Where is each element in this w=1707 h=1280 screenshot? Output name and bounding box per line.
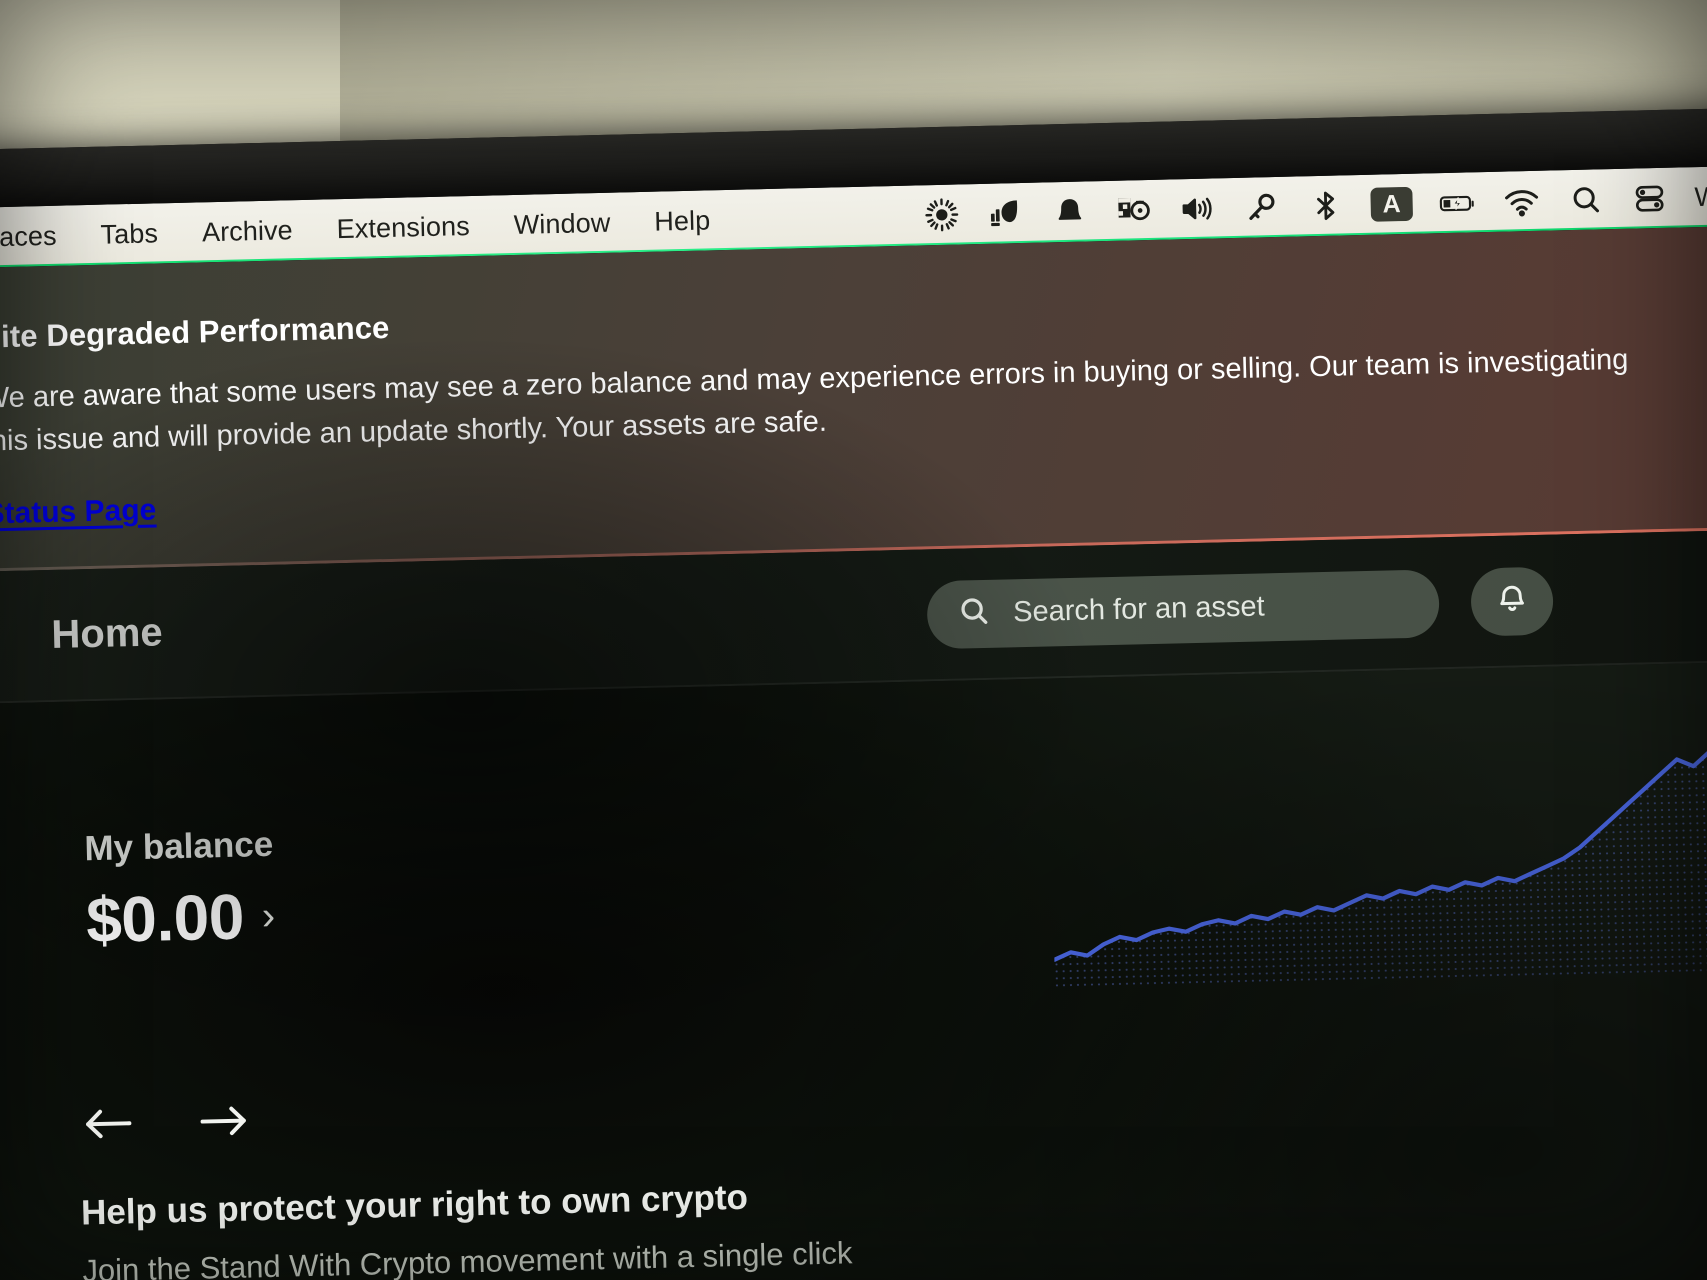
search-input[interactable]: Search for an asset [926, 569, 1440, 650]
banner-body: We are aware that some users may see a z… [0, 343, 1629, 458]
brightness-icon[interactable] [922, 195, 961, 234]
notifications-button[interactable] [1470, 566, 1554, 637]
menu-item-archive[interactable]: Archive [180, 214, 315, 248]
control-center-icon[interactable] [1630, 179, 1669, 218]
page-title: Home [50, 610, 164, 658]
bluetooth-icon[interactable] [1306, 186, 1345, 225]
wifi-icon[interactable] [1502, 182, 1541, 221]
promo-carousel: Help us protect your right to own crypto… [78, 1068, 1482, 1280]
browser-page: Site Degraded Performance We are aware t… [0, 225, 1707, 1280]
status-page-link[interactable]: Status Page [0, 493, 157, 531]
input-source-badge[interactable]: A [1370, 186, 1414, 222]
promo-title: Help us protect your right to own crypto [80, 1177, 749, 1233]
battery-charging-icon[interactable] [1438, 183, 1477, 222]
menu-item-tabs[interactable]: Tabs [78, 217, 180, 250]
balance-row[interactable]: $0.00 › [85, 879, 276, 957]
photo-of-laptop-screen: paces Tabs Archive Extensions Window Hel… [0, 0, 1707, 1280]
bell-icon [1495, 581, 1530, 621]
laptop-bezel: paces Tabs Archive Extensions Window Hel… [0, 107, 1707, 1280]
chevron-right-icon: › [261, 893, 276, 938]
leaf-icon[interactable] [986, 194, 1025, 233]
menu-item-extensions[interactable]: Extensions [314, 210, 492, 245]
arrow-left-icon[interactable] [78, 1100, 137, 1147]
balance-label: My balance [84, 824, 274, 869]
search-placeholder: Search for an asset [1012, 590, 1265, 629]
laptop: paces Tabs Archive Extensions Window Hel… [0, 107, 1707, 1280]
spotlight-search-icon[interactable] [1566, 180, 1605, 219]
menu-item-spaces[interactable]: paces [0, 220, 79, 254]
key-icon[interactable] [1242, 188, 1281, 227]
bell-icon[interactable] [1050, 192, 1089, 231]
screenshot-icon[interactable] [1114, 191, 1153, 230]
carousel-arrows [78, 1068, 1479, 1147]
search-icon [957, 594, 992, 634]
degraded-performance-banner: Site Degraded Performance We are aware t… [0, 225, 1707, 572]
menu-bar-tray: A Wed [922, 177, 1707, 235]
balance-value: $0.00 [85, 880, 245, 957]
laptop-screen: paces Tabs Archive Extensions Window Hel… [0, 165, 1707, 1280]
menu-item-help[interactable]: Help [632, 204, 733, 237]
arrow-right-icon[interactable] [194, 1097, 253, 1144]
menu-bar-clock[interactable]: Wed [1694, 180, 1707, 212]
menu-bar-items: paces Tabs Archive Extensions Window Hel… [0, 204, 733, 253]
balance-block[interactable]: My balance $0.00 › [84, 825, 276, 957]
promo-subtitle: Join the Stand With Crypto movement with… [82, 1235, 853, 1280]
portfolio-chart [1052, 749, 1707, 989]
menu-item-window[interactable]: Window [491, 207, 632, 241]
volume-icon[interactable] [1178, 189, 1217, 228]
main-content: My balance $0.00 › Help us protect your … [0, 661, 1707, 1280]
